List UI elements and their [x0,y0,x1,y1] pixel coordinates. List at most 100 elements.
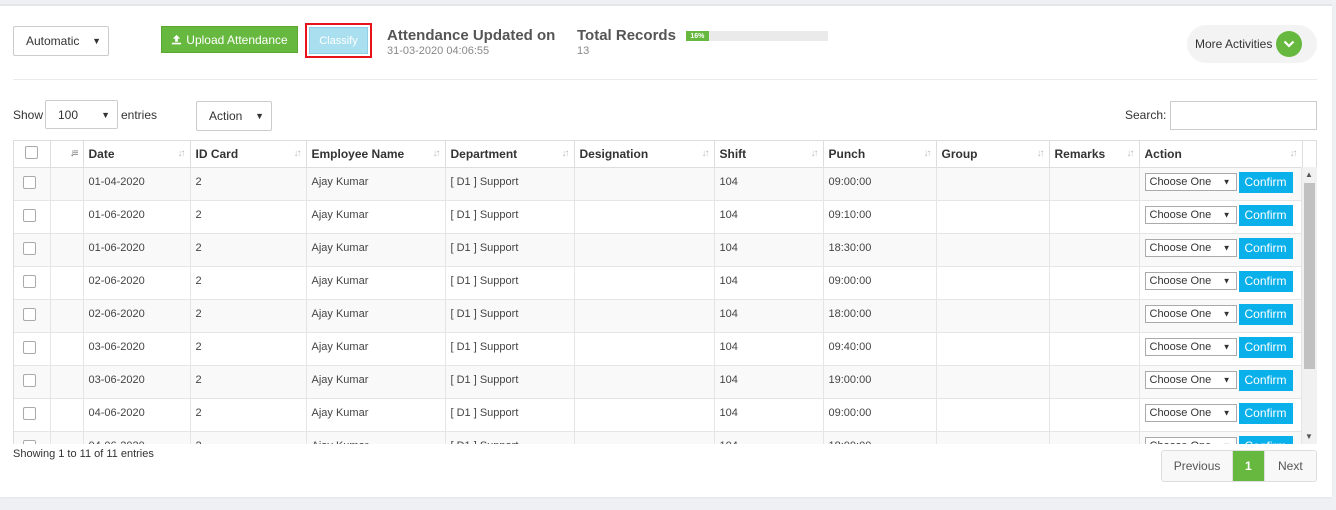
row-checkbox-cell [14,365,51,399]
table-row: 01-06-2020 2 Ajay Kumar[ D1 ] Support 104 18… [14,233,1303,267]
mode-select[interactable]: Automatic ▼ [13,26,109,56]
row-checkbox[interactable] [22,208,36,222]
confirm-button[interactable]: Confirm [1238,336,1293,358]
attendance-table: ↓≡ Date ↓↑ ID Card ↓↑ Employee Name ↓↑ Depa… [14,141,1303,444]
column-header-date[interactable]: Date ↓↑ [83,141,191,168]
cell-designation [574,431,715,444]
entries-select[interactable]: 100 ▼ [45,100,118,129]
row-action-select[interactable]: Choose One ▼ [1144,337,1237,356]
row-blank-cell [50,233,84,267]
row-action-select[interactable]: Choose One ▼ [1144,205,1237,224]
confirm-button[interactable]: Confirm [1238,237,1293,259]
row-checkbox[interactable] [22,241,36,255]
cell-action: Choose One ▼ Confirm [1139,233,1303,267]
cell-remarks [1049,431,1140,444]
sort-icon: ↓↑ [923,148,932,159]
confirm-button[interactable]: Confirm [1238,270,1293,292]
confirm-button[interactable]: Confirm [1238,435,1293,444]
upload-attendance-button[interactable]: Upload Attendance [161,26,298,53]
confirm-button[interactable]: Confirm [1238,171,1293,193]
table-row: 04-06-2020 2 Ajay Kumar[ D1 ] Support 104 09… [14,398,1303,432]
row-action-select-value: Choose One [1149,340,1212,353]
column-header-group[interactable]: Group ↓↑ [936,141,1050,168]
cell-id-card: 2 [190,365,307,399]
confirm-button[interactable]: Confirm [1238,402,1293,424]
row-action-select[interactable]: Choose One ▼ [1144,304,1237,323]
bulk-action-select[interactable]: Action ▼ [196,101,272,131]
previous-page-button[interactable]: Previous [1162,451,1234,481]
row-checkbox[interactable] [22,274,36,288]
sort-icon: ↓↑ [701,148,710,159]
row-checkbox-cell [14,233,51,267]
chevron-down-icon: ▼ [1222,342,1231,351]
sort-icon: ↓↑ [293,148,302,159]
classify-button[interactable]: Classify [309,27,368,54]
column-header-id-card[interactable]: ID Card ↓↑ [190,141,307,168]
cell-designation [574,365,715,399]
confirm-button[interactable]: Confirm [1238,303,1293,325]
row-action-select-value: Choose One [1149,241,1212,254]
table-row: 04-06-20202Ajay Kumar[ D1 ] Support 10418… [14,431,1303,444]
row-action-select[interactable]: Choose One ▼ [1144,172,1237,191]
chevron-down-icon: ▼ [92,36,101,46]
cell-designation [574,233,715,267]
row-action-select-value: Choose One [1149,406,1212,419]
column-header-employee-name[interactable]: Employee Name ↓↑ [306,141,446,168]
classify-label: Classify [319,34,358,47]
column-header-remarks[interactable]: Remarks ↓↑ [1049,141,1140,168]
cell-group [936,365,1050,399]
chevron-down-icon: ▼ [255,111,264,121]
column-header-sort[interactable]: ↓≡ [50,141,84,168]
row-checkbox[interactable] [22,340,36,354]
cell-group [936,299,1050,333]
cell-group [936,233,1050,267]
column-header-shift[interactable]: Shift ↓↑ [714,141,824,168]
scrollbar-thumb[interactable] [1304,183,1315,369]
row-checkbox[interactable] [22,175,36,189]
page-1-button[interactable]: 1 [1233,451,1265,481]
row-action-select[interactable]: Choose One ▼ [1144,238,1237,257]
confirm-button[interactable]: Confirm [1238,369,1293,391]
cell-designation [574,200,715,234]
cell-department: [ D1 ] Support [445,332,575,366]
cell-id-card: 2 [190,233,307,267]
row-action-select[interactable]: Choose One ▼ [1144,271,1237,290]
column-header-designation[interactable]: Designation ↓↑ [574,141,715,168]
scroll-up-icon[interactable]: ▲ [1305,170,1313,179]
cell-group [936,398,1050,432]
sort-icon: ↓↑ [1289,148,1298,159]
cell-group [936,200,1050,234]
cell-designation [574,299,715,333]
search-input[interactable] [1170,101,1317,130]
row-checkbox[interactable] [22,406,36,420]
column-header-action[interactable]: Action ↓↑ [1139,141,1303,168]
row-checkbox-cell [14,332,51,366]
select-all-checkbox[interactable] [25,145,39,159]
row-checkbox[interactable] [22,439,36,444]
column-header-punch[interactable]: Punch ↓↑ [823,141,937,168]
scroll-down-icon[interactable]: ▼ [1305,432,1313,441]
table-scrollbar[interactable]: ▲ ▼ [1301,167,1317,444]
row-checkbox-cell [14,299,51,333]
cell-action: Choose One ▼ Confirm [1139,266,1303,300]
records-progress-label: 16% [690,32,705,40]
cell-punch: 09:10:00 [823,200,937,234]
chevron-down-icon: ▼ [101,109,110,120]
row-action-select[interactable]: Choose One ▼ [1144,370,1237,389]
cell-employee-name: Ajay Kumar [306,299,446,333]
more-activities-button[interactable]: More Activities [1187,25,1317,63]
row-action-select[interactable]: Choose One ▼ [1144,403,1237,422]
next-page-button[interactable]: Next [1264,451,1316,481]
cell-remarks [1049,233,1140,267]
cell-action: Choose One ▼ Confirm [1139,365,1303,399]
column-header-department[interactable]: Department ↓↑ [445,141,575,168]
confirm-button[interactable]: Confirm [1238,204,1293,226]
sort-icon: ↓↑ [1126,148,1135,159]
row-blank-cell [50,200,84,234]
cell-date: 04-06-2020 [83,431,191,444]
row-action-select[interactable]: Choose One ▼ [1144,436,1237,444]
cell-shift: 104 [714,266,824,300]
row-checkbox[interactable] [22,373,36,387]
chevron-down-icon: ▼ [1222,210,1231,219]
row-checkbox[interactable] [22,307,36,321]
